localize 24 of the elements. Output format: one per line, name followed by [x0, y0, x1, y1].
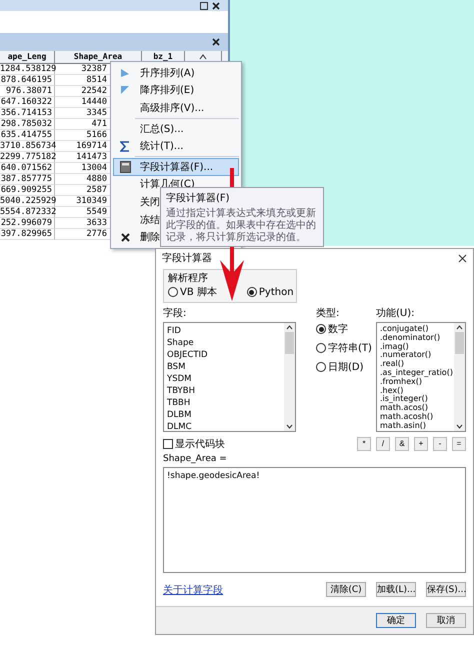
tooltip-title: 字段计算器(F): [166, 192, 231, 205]
tooltip-text: 通过指定计算表达式来填充或更新此字段的值。如果表中存在选中的记录，将只计算所选记录的值。: [166, 208, 317, 244]
group-label: 解析程序: [168, 272, 209, 285]
table-cell: 298.785032: [0, 119, 55, 130]
expression-label: Shape_Area =: [163, 454, 228, 464]
table-cell: 647.160322: [0, 97, 55, 108]
field-label: 字段:: [163, 306, 188, 320]
table-cell: 5554.872332: [0, 207, 55, 218]
table-cell: 635.414755: [0, 130, 55, 141]
table-cell: 252.996079: [0, 218, 55, 229]
table-cell: 669.909255: [0, 185, 55, 196]
table-cell: 387.857775: [0, 174, 55, 185]
type-label: 类型:: [316, 306, 340, 320]
table-cell: 976.38071: [0, 86, 55, 97]
table-cell: 878.646195: [0, 75, 55, 86]
table-cell: 3710.856734: [0, 141, 55, 152]
table-cell: 1284.538129: [0, 64, 55, 75]
table-cell: 640.071562: [0, 163, 55, 174]
window-title: 字段计算器: [162, 252, 212, 265]
table-cell: 5040.225929: [0, 196, 55, 207]
function-label: 功能(U):: [376, 306, 416, 320]
table-cell: 356.714153: [0, 108, 55, 119]
table-cell: 397.829965: [0, 229, 55, 240]
table-cell: 2299.775182: [0, 152, 55, 163]
